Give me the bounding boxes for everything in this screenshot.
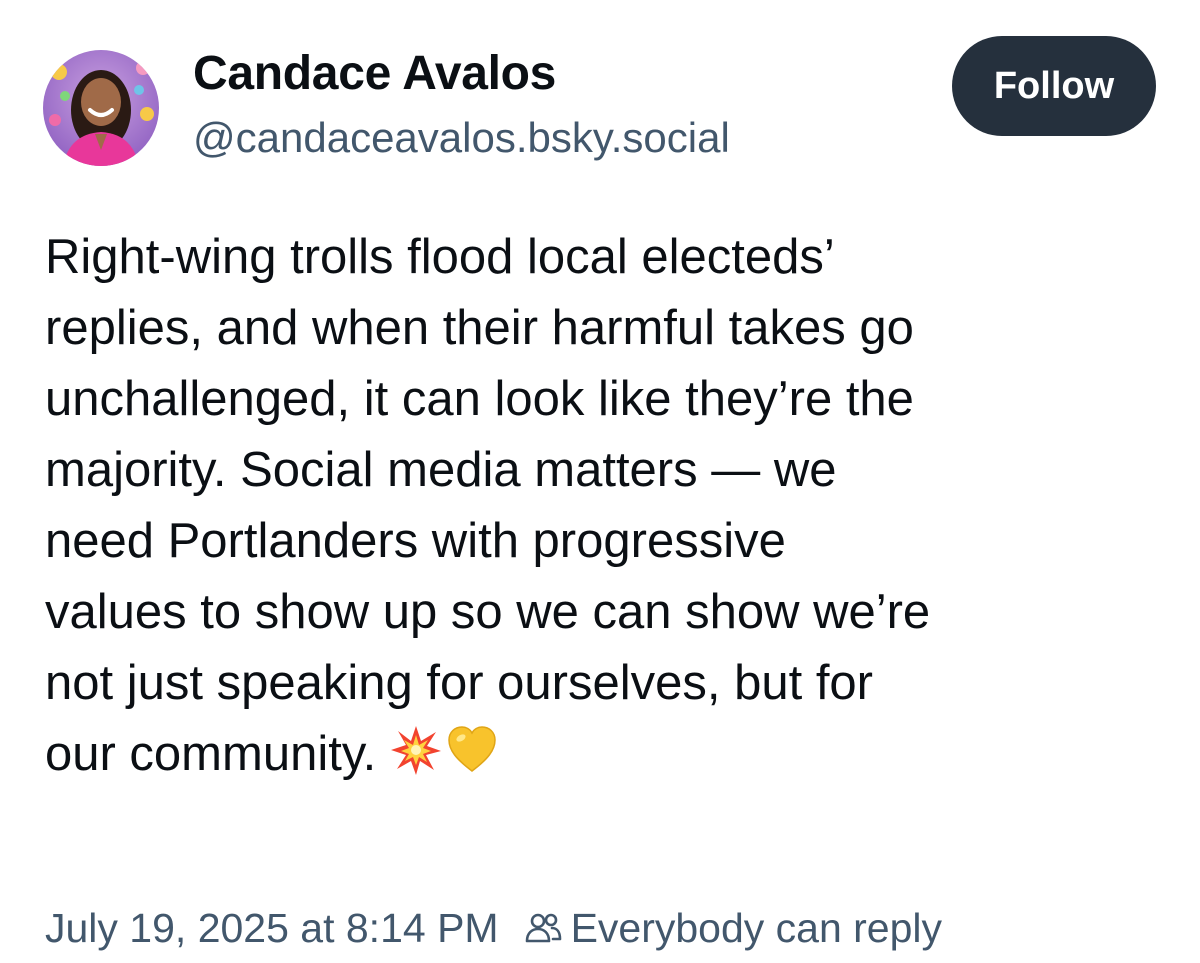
post-emojis	[390, 724, 498, 776]
author-handle[interactable]: @candaceavalos.bsky.social	[193, 112, 730, 164]
reply-settings[interactable]: Everybody can reply	[523, 905, 942, 952]
post-text: Right-wing trolls flood local electeds’ …	[45, 222, 1165, 790]
post-timestamp[interactable]: July 19, 2025 at 8:14 PM	[45, 905, 499, 952]
author-avatar[interactable]	[43, 50, 159, 166]
post-meta: July 19, 2025 at 8:14 PM Everybody can r…	[45, 898, 942, 958]
reply-settings-label: Everybody can reply	[570, 904, 943, 951]
people-icon	[525, 913, 561, 943]
author-display-name[interactable]: Candace Avalos	[193, 44, 730, 104]
collision-icon	[391, 726, 442, 775]
post-thread-item: Candace Avalos @candaceavalos.bsky.socia…	[0, 0, 1200, 963]
avatar-image	[43, 50, 159, 166]
post-text-body: Right-wing trolls flood local electeds’ …	[45, 230, 931, 781]
yellow-heart-icon	[448, 726, 497, 772]
follow-button[interactable]: Follow	[952, 36, 1156, 136]
author-info: Candace Avalos @candaceavalos.bsky.socia…	[193, 44, 730, 164]
